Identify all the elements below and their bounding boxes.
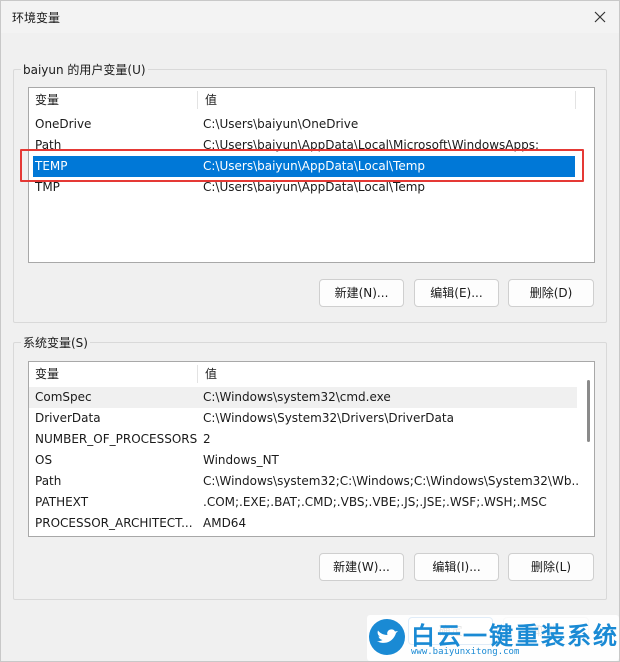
column-separator	[197, 365, 198, 383]
red-highlight-box	[20, 149, 584, 182]
environment-variables-dialog: 环境变量 baiyun 的用户变量(U) 变量 值 OneDrive C:\Us…	[0, 0, 620, 662]
close-button[interactable]	[585, 3, 615, 31]
watermark-text: 白云一键重装系统	[411, 622, 619, 650]
system-edit-button[interactable]: 编辑(I)...	[414, 553, 499, 581]
user-var-row-onedrive[interactable]: OneDrive C:\Users\baiyun\OneDrive	[29, 114, 575, 135]
twitter-bird-icon	[369, 619, 405, 655]
system-var-row-processor-architecture[interactable]: PROCESSOR_ARCHITECT... AMD64	[29, 513, 577, 534]
system-var-row-comspec[interactable]: ComSpec C:\Windows\system32\cmd.exe	[29, 387, 577, 408]
system-var-row-os[interactable]: OS Windows_NT	[29, 450, 577, 471]
user-new-button[interactable]: 新建(N)...	[319, 279, 404, 307]
column-header-value[interactable]: 值	[199, 362, 217, 386]
user-delete-button[interactable]: 删除(D)	[508, 279, 594, 307]
system-variables-label: 系统变量(S)	[21, 334, 90, 351]
scrollbar-thumb[interactable]	[587, 380, 590, 442]
user-variables-label: baiyun 的用户变量(U)	[21, 61, 148, 78]
watermark-url: www.baiyunxitong.com	[411, 647, 520, 657]
system-var-row-driverdata[interactable]: DriverData C:\Windows\System32\Drivers\D…	[29, 408, 577, 429]
column-separator	[197, 91, 198, 109]
column-header-variable[interactable]: 变量	[29, 362, 59, 386]
system-var-row-pathext[interactable]: PATHEXT .COM;.EXE;.BAT;.CMD;.VBS;.VBE;.J…	[29, 492, 577, 513]
user-list-header: 变量 值	[29, 88, 594, 112]
column-header-variable[interactable]: 变量	[29, 88, 59, 112]
title-bar: 环境变量	[1, 1, 619, 33]
column-separator	[575, 91, 576, 109]
column-header-value[interactable]: 值	[199, 88, 217, 112]
user-edit-button[interactable]: 编辑(E)...	[414, 279, 499, 307]
system-var-row-path[interactable]: Path C:\Windows\system32;C:\Windows;C:\W…	[29, 471, 583, 492]
system-delete-button[interactable]: 删除(L)	[508, 553, 594, 581]
system-list-scrollbar[interactable]	[580, 362, 594, 536]
close-icon	[594, 11, 606, 23]
system-new-button[interactable]: 新建(W)...	[319, 553, 404, 581]
watermark: 白云一键重装系统 www.baiyunxitong.com	[367, 615, 619, 661]
system-list-header: 变量 值	[29, 362, 582, 386]
system-var-row-number-of-processors[interactable]: NUMBER_OF_PROCESSORS 2	[29, 429, 577, 450]
window-title: 环境变量	[12, 11, 61, 25]
system-variables-list[interactable]: 变量 值 ComSpec C:\Windows\system32\cmd.exe…	[28, 361, 595, 537]
